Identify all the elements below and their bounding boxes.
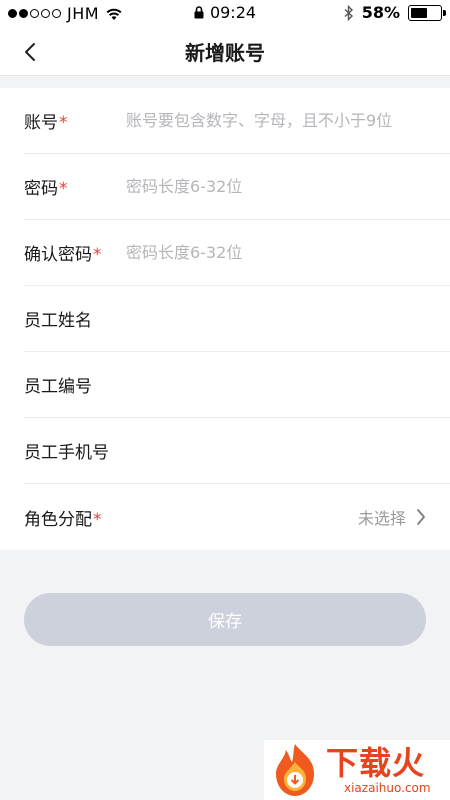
required-mark: * [93,245,102,265]
page-title: 新增账号 [185,41,265,65]
staff-number-label: 员工编号 [24,377,92,397]
watermark: 下载火 xiazaihuo.com [264,740,450,800]
navigation-bar: 新增账号 [0,28,450,76]
battery-icon [408,4,446,21]
account-label: 账号* [24,113,68,133]
staff-phone-label: 员工手机号 [24,443,109,463]
required-mark: * [93,509,102,530]
required-mark: * [59,113,68,133]
password-row: 密码* [24,154,450,220]
role-row[interactable]: 角色分配* 未选择 [24,484,450,550]
role-select[interactable]: 未选择 [358,505,426,529]
watermark-title: 下载火 [326,744,426,782]
staff-name-row: 员工姓名 [24,286,450,352]
staff-phone-row: 员工手机号 [24,418,450,484]
status-bar: JHM 09:24 58% [0,0,450,28]
battery-status: 58% [344,3,446,22]
app-screen: JHM 09:24 58% 新增账号 账号* 账号要包含数字、字母，且不小于9位… [0,0,450,800]
staff-number-input[interactable] [126,364,426,405]
confirm-password-label: 确认密码* [24,245,102,265]
save-button[interactable]: 保存 [24,593,426,646]
chevron-left-icon [25,43,35,61]
staff-name-input[interactable] [126,298,426,339]
role-select-value: 未选择 [357,509,406,528]
account-input[interactable] [126,100,426,141]
confirm-password-input[interactable] [126,232,426,273]
account-row: 账号* [24,88,450,154]
password-label: 密码* [24,179,68,199]
watermark-text: 下载火 xiazaihuo.com [326,745,431,795]
time-text: 09:24 [209,3,257,22]
required-mark: * [59,179,68,199]
staff-name-label: 员工姓名 [24,311,92,331]
chevron-right-icon [417,509,425,525]
account-form: 账号* 密码* 确认密码* 员工姓名 员工编号 员工手机号 角色分配* 未选择 [0,88,450,550]
battery-percent: 58% [361,3,400,22]
staff-number-row: 员工编号 [24,352,450,418]
role-label: 角色分配* [24,509,102,530]
confirm-password-row: 确认密码* [24,220,450,286]
staff-phone-input[interactable] [126,430,426,471]
back-button[interactable] [12,36,48,68]
password-input[interactable] [126,166,426,207]
flame-logo-icon [276,744,314,796]
watermark-subtitle: xiazaihuo.com [344,781,431,795]
battery-level [411,7,428,18]
lock-icon [194,6,204,19]
bluetooth-icon [344,4,353,21]
